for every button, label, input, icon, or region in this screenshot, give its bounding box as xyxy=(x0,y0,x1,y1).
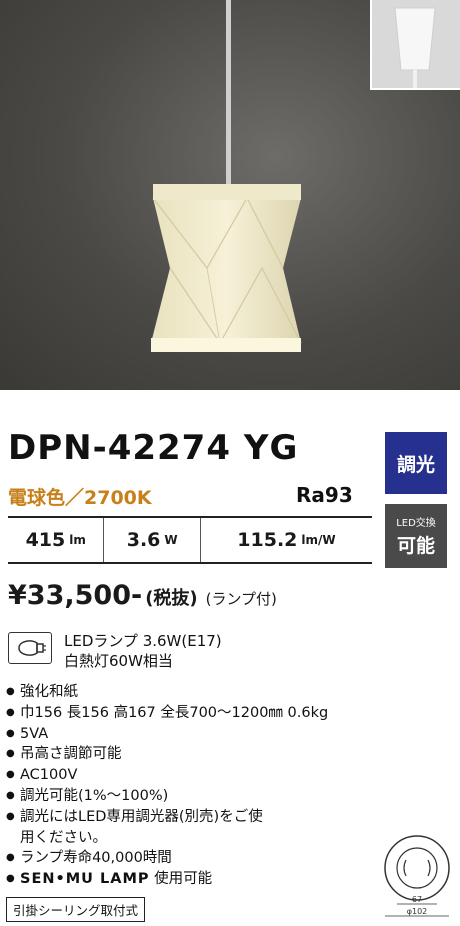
feature-item: 巾156 長156 高167 全長700～1200㎜ 0.6kg xyxy=(6,703,328,724)
mounting-type-label: 引掛シーリング取付式 xyxy=(6,897,146,922)
led-replaceable-badge: LED交換 可能 xyxy=(385,504,447,568)
price-amount: ¥33,500- xyxy=(8,580,143,611)
feature-item-logo: SEN•MU LAMP 使用可能 xyxy=(6,869,328,890)
feature-item: 吊高さ調節可能 xyxy=(6,744,328,765)
feature-item: 5VA xyxy=(6,724,328,745)
ceiling-plate-diagram: 67 φ102 xyxy=(378,830,456,926)
price-line: ¥33,500- (税抜) (ランプ付) xyxy=(8,580,277,611)
price-lamp-note: (ランプ付) xyxy=(205,590,277,608)
dimmable-badge: 調光 xyxy=(385,432,447,494)
senmu-lamp-logo: SEN•MU LAMP xyxy=(20,871,150,888)
feature-item-continuation: 用ください。 xyxy=(20,829,107,846)
spec-lumens-unit: lm xyxy=(69,533,86,547)
spec-row: 415 lm 3.6 W 115.2 lm/W xyxy=(8,516,372,564)
feature-list: 強化和紙 巾156 長156 高167 全長700～1200㎜ 0.6kg 5V… xyxy=(6,682,328,890)
spec-efficiency-value: 115.2 xyxy=(237,529,298,551)
feature-item: 調光可能(1%～100%) xyxy=(6,786,328,807)
feature-item: ランプ寿命40,000時間 xyxy=(6,848,328,869)
price-tax-note: (税抜) xyxy=(145,588,198,609)
ceiling-mount-icon xyxy=(394,7,436,88)
spec-wattage-value: 3.6 xyxy=(126,529,161,551)
spec-lumens-value: 415 xyxy=(25,529,66,551)
spec-efficiency: 115.2 lm/W xyxy=(201,518,372,562)
dimmable-badge-label: 調光 xyxy=(396,453,435,476)
led-replaceable-small-label: LED交換 xyxy=(396,518,436,529)
spec-efficiency-unit: lm/W xyxy=(301,533,336,547)
feature-item: 強化和紙 xyxy=(6,682,328,703)
spec-wattage: 3.6 W xyxy=(104,518,201,562)
product-photo xyxy=(0,0,460,390)
senmu-lamp-text: 使用可能 xyxy=(154,871,213,888)
feature-item: AC100V xyxy=(6,765,328,786)
spec-lumens: 415 lm xyxy=(8,518,105,562)
led-replaceable-big-label: 可能 xyxy=(396,535,435,557)
color-rendering-index: Ra93 xyxy=(296,483,353,507)
spec-wattage-unit: W xyxy=(164,533,178,547)
lamp-spec-line-1: LEDランプ 3.6W(E17) xyxy=(64,632,222,650)
feature-item: 調光にはLED専用調光器(別売)をご使 xyxy=(6,807,328,828)
diagram-outer-dimension: φ102 xyxy=(407,907,428,916)
diagram-inner-dimension: 67 xyxy=(412,895,422,904)
lamp-bulb-icon xyxy=(8,632,52,664)
color-temperature: 電球色／2700K xyxy=(8,487,152,509)
model-number: DPN-42274 YG xyxy=(8,428,299,468)
ceiling-mount-inset xyxy=(370,0,460,90)
lamp-spec-line-2: 白熱灯60W相当 xyxy=(64,652,173,670)
ceiling-plate-dimension-icon: 67 φ102 xyxy=(384,835,450,917)
